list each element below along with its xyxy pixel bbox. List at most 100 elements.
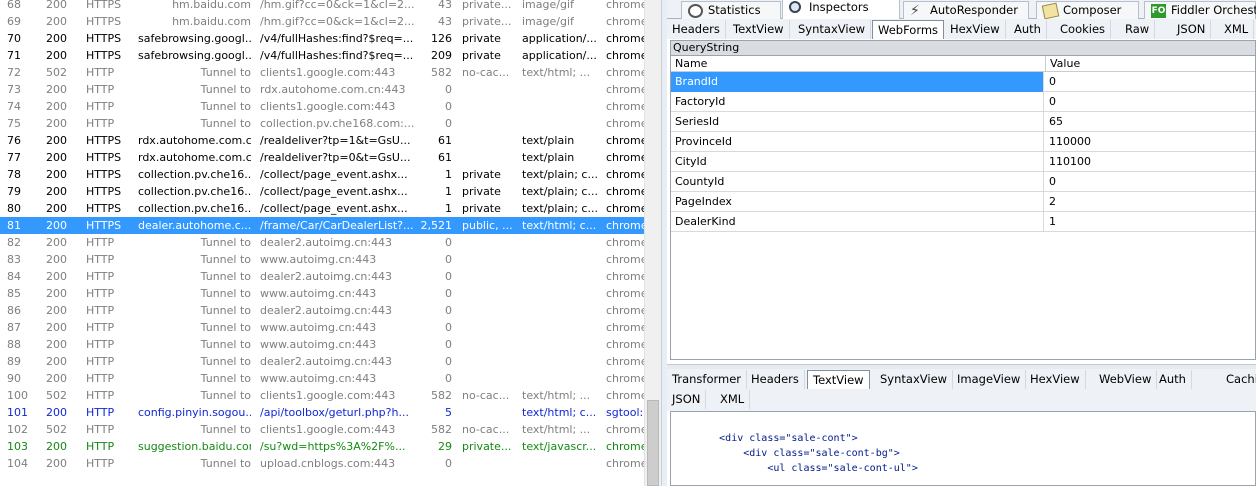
tab-textview[interactable]: TextView — [807, 370, 870, 389]
param-value: 110000 — [1049, 135, 1091, 148]
session-url: /v4/fullHashes:find?$req=... — [260, 49, 414, 62]
tab-raw[interactable]: Raw — [1120, 20, 1156, 39]
tab-composer[interactable]: Composer — [1036, 1, 1139, 20]
value-column-header[interactable]: Value — [1045, 56, 1080, 72]
tab-webview[interactable]: WebView — [1094, 370, 1158, 389]
session-row[interactable]: 78 200 HTTPS collection.pv.che16... /collect… — [0, 166, 644, 183]
tab-headers[interactable]: Headers — [667, 20, 726, 39]
querystring-row[interactable]: ProvinceId 110000 — [671, 132, 1255, 152]
response-textview[interactable]: <div class="sale-cont"> <div class="sale… — [670, 411, 1256, 486]
tab-xml[interactable]: XML — [1219, 20, 1255, 39]
session-row[interactable]: 79 200 HTTPS collection.pv.che16... /collect… — [0, 183, 644, 200]
session-row[interactable]: 75 200 HTTP Tunnel to collection.pv.che168.c… — [0, 115, 644, 132]
session-row[interactable]: 71 200 HTTPS safebrowsing.googl... /v4/fullH… — [0, 47, 644, 64]
tab-transformer[interactable]: Transformer — [667, 370, 748, 389]
session-result: 200 — [46, 219, 67, 232]
session-row[interactable]: 80 200 HTTPS collection.pv.che16... /collect… — [0, 200, 644, 217]
querystring-row[interactable]: PageIndex 2 — [671, 192, 1255, 212]
session-num: 69 — [7, 15, 21, 28]
tab-xml[interactable]: XML — [715, 390, 751, 409]
session-row[interactable]: 74 200 HTTP Tunnel to clients1.google.com:44… — [0, 98, 644, 115]
session-result: 200 — [46, 355, 67, 368]
session-content-type: text/html; ... — [522, 389, 591, 402]
tab-syntaxview[interactable]: SyntaxView — [875, 370, 954, 389]
tab-syntaxview[interactable]: SyntaxView — [793, 20, 872, 39]
session-host: safebrowsing.googl... — [138, 49, 251, 62]
scrollbar-thumb[interactable] — [647, 400, 659, 486]
session-num: 68 — [7, 0, 21, 11]
tab-json[interactable]: JSON — [1172, 20, 1212, 39]
tab-headers[interactable]: Headers — [746, 370, 805, 389]
tab-statistics[interactable]: Statistics — [681, 1, 781, 19]
param-value: 0 — [1049, 75, 1056, 88]
tab-webforms[interactable]: WebForms — [872, 20, 945, 39]
session-host: Tunnel to — [200, 100, 251, 113]
session-row[interactable]: 88 200 HTTP Tunnel to www.autoimg.cn:443 0 chr… — [0, 336, 644, 353]
session-caching: no-cac... — [462, 423, 510, 436]
session-row[interactable]: 86 200 HTTP Tunnel to dealer2.autoimg.cn:443… — [0, 302, 644, 319]
tab-json[interactable]: JSON — [667, 390, 707, 409]
name-column-header[interactable]: Name — [671, 56, 707, 71]
session-url: dealer2.autoimg.cn:443 — [260, 304, 393, 317]
session-process: chrome — [606, 372, 644, 385]
session-row[interactable]: 102 502 HTTP Tunnel to clients1.google.com:4… — [0, 421, 644, 438]
session-host: Tunnel to — [200, 355, 251, 368]
session-row[interactable]: 100 502 HTTP Tunnel to clients1.google.com:4… — [0, 387, 644, 404]
session-row[interactable]: 81 200 HTTPS dealer.autohome.c... /frame/Car… — [0, 217, 644, 234]
session-result: 200 — [46, 0, 67, 11]
session-row[interactable]: 73 200 HTTP Tunnel to rdx.autohome.com.cn:44… — [0, 81, 644, 98]
session-list-scrollbar[interactable] — [644, 0, 661, 486]
session-url: /api/toolbox/geturl.php?h... — [260, 406, 409, 419]
tab-auth[interactable]: Auth — [1009, 20, 1047, 39]
session-protocol: HTTPS — [86, 32, 122, 45]
tab-inspectors[interactable]: Inspectors — [782, 0, 900, 19]
tab-auth[interactable]: Auth — [1154, 370, 1192, 389]
session-row[interactable]: 90 200 HTTP Tunnel to www.autoimg.cn:443 0 chr… — [0, 370, 644, 387]
session-url: /hm.gif?cc=0&ck=1&cl=2... — [260, 0, 415, 11]
tab-hexview[interactable]: HexView — [1025, 370, 1086, 389]
tab-textview[interactable]: TextView — [728, 20, 790, 39]
session-row[interactable]: 76 200 HTTPS rdx.autohome.com.cn/realdelive… — [0, 132, 644, 149]
session-row[interactable]: 101 200 HTTP config.pinyin.sogou... /api/too… — [0, 404, 644, 421]
tab-autoresponder[interactable]: ⚡ AutoResponder — [903, 1, 1029, 19]
session-row[interactable]: 103 200 HTTP suggestion.baidu.com/su?wd=htt… — [0, 438, 644, 455]
querystring-row[interactable]: BrandId 0 — [671, 72, 1255, 92]
session-num: 100 — [7, 389, 28, 402]
session-result: 200 — [46, 83, 67, 96]
tab-hexview[interactable]: HexView — [945, 20, 1006, 39]
session-host: Tunnel to — [200, 66, 251, 79]
session-protocol: HTTPS — [86, 134, 122, 147]
session-row[interactable]: 69 200 HTTPS hm.baidu.com/hm.gif?cc=0&ck=1&… — [0, 13, 644, 30]
querystring-row[interactable]: DealerKind 1 — [671, 212, 1255, 232]
session-protocol: HTTP — [86, 423, 115, 436]
session-process: chrome — [606, 168, 644, 181]
session-row[interactable]: 72 502 HTTP Tunnel to clients1.google.com:44… — [0, 64, 644, 81]
session-row[interactable]: 83 200 HTTP Tunnel to www.autoimg.cn:443 0 chr… — [0, 251, 644, 268]
session-host: collection.pv.che16... — [138, 168, 251, 181]
session-protocol: HTTP — [86, 117, 115, 130]
session-caching: public, ... — [462, 219, 513, 232]
tab-cookies[interactable]: Cookies — [1055, 20, 1112, 39]
tab-imageview[interactable]: ImageView — [952, 370, 1027, 389]
inspectors-icon — [789, 1, 801, 13]
session-row[interactable]: 84 200 HTTP Tunnel to dealer2.autoimg.cn:443… — [0, 268, 644, 285]
session-row[interactable]: 70 200 HTTPS safebrowsing.googl... /v4/fullH… — [0, 30, 644, 47]
session-body: 1 — [445, 168, 452, 181]
session-row[interactable]: 77 200 HTTPS rdx.autohome.com.cn/realdelive… — [0, 149, 644, 166]
tab-caching[interactable]: Caching — [1221, 370, 1256, 389]
tab-fiddler-orchestra[interactable]: FO Fiddler Orchestra — [1144, 1, 1256, 19]
querystring-row[interactable]: FactoryId 0 — [671, 92, 1255, 112]
webforms-querystring-grid[interactable]: QueryString Name Value BrandId 0 FactoryId… — [670, 40, 1256, 360]
querystring-row[interactable]: SeriesId 65 — [671, 112, 1255, 132]
session-result: 200 — [46, 134, 67, 147]
querystring-row[interactable]: CountyId 0 — [671, 172, 1255, 192]
session-list[interactable]: 68 200 HTTPS hm.baidu.com/hm.gif?cc=0&ck=1&… — [0, 0, 644, 486]
session-row[interactable]: 104 200 HTTP Tunnel to upload.cnblogs.com:44… — [0, 455, 644, 472]
session-row[interactable]: 82 200 HTTP Tunnel to dealer2.autoimg.cn:443… — [0, 234, 644, 251]
querystring-row[interactable]: CityId 110100 — [671, 152, 1255, 172]
session-row[interactable]: 87 200 HTTP Tunnel to www.autoimg.cn:443 0 chr… — [0, 319, 644, 336]
session-row[interactable]: 68 200 HTTPS hm.baidu.com/hm.gif?cc=0&ck=1&… — [0, 0, 644, 13]
session-row[interactable]: 89 200 HTTP Tunnel to dealer2.autoimg.cn:443… — [0, 353, 644, 370]
session-row[interactable]: 85 200 HTTP Tunnel to www.autoimg.cn:443 0 chr… — [0, 285, 644, 302]
param-name: PageIndex — [671, 192, 1044, 212]
